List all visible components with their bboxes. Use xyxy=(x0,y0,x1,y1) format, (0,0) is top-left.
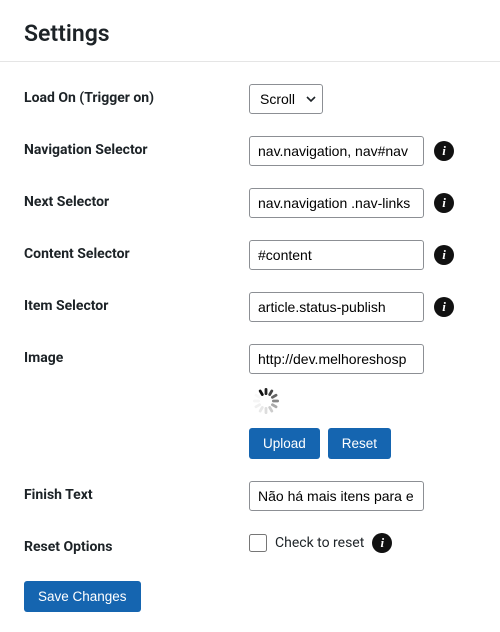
row-next-selector: Next Selector i xyxy=(24,188,476,218)
load-on-select[interactable]: Scroll xyxy=(249,84,323,114)
label-reset-options: Reset Options xyxy=(24,533,249,555)
content-selector-input[interactable] xyxy=(249,240,424,270)
spinner-icon xyxy=(251,386,281,416)
label-next-selector: Next Selector xyxy=(24,188,249,210)
save-changes-button[interactable]: Save Changes xyxy=(24,581,141,612)
next-selector-input[interactable] xyxy=(249,188,424,218)
label-load-on: Load On (Trigger on) xyxy=(24,84,249,106)
label-item-selector: Item Selector xyxy=(24,292,249,314)
row-nav-selector: Navigation Selector i xyxy=(24,136,476,166)
row-content-selector: Content Selector i xyxy=(24,240,476,270)
label-image: Image xyxy=(24,344,249,366)
info-icon[interactable]: i xyxy=(434,193,454,213)
divider xyxy=(0,61,500,62)
row-load-on: Load On (Trigger on) Scroll xyxy=(24,84,476,114)
label-nav-selector: Navigation Selector xyxy=(24,136,249,158)
checkbox-label: Check to reset xyxy=(275,535,364,551)
info-icon[interactable]: i xyxy=(434,297,454,317)
label-finish-text: Finish Text xyxy=(24,481,249,503)
page-title: Settings xyxy=(24,20,476,47)
info-icon[interactable]: i xyxy=(434,141,454,161)
info-icon[interactable]: i xyxy=(434,245,454,265)
finish-text-input[interactable] xyxy=(249,481,424,511)
upload-button[interactable]: Upload xyxy=(249,428,320,459)
image-input[interactable] xyxy=(249,344,424,374)
row-item-selector: Item Selector i xyxy=(24,292,476,322)
item-selector-input[interactable] xyxy=(249,292,424,322)
nav-selector-input[interactable] xyxy=(249,136,424,166)
info-icon[interactable]: i xyxy=(372,533,392,553)
label-content-selector: Content Selector xyxy=(24,240,249,262)
reset-checkbox[interactable] xyxy=(249,534,267,552)
reset-button[interactable]: Reset xyxy=(328,428,391,459)
row-image: Image U xyxy=(24,344,476,459)
row-finish-text: Finish Text xyxy=(24,481,476,511)
row-reset-options: Reset Options Check to reset i xyxy=(24,533,476,555)
